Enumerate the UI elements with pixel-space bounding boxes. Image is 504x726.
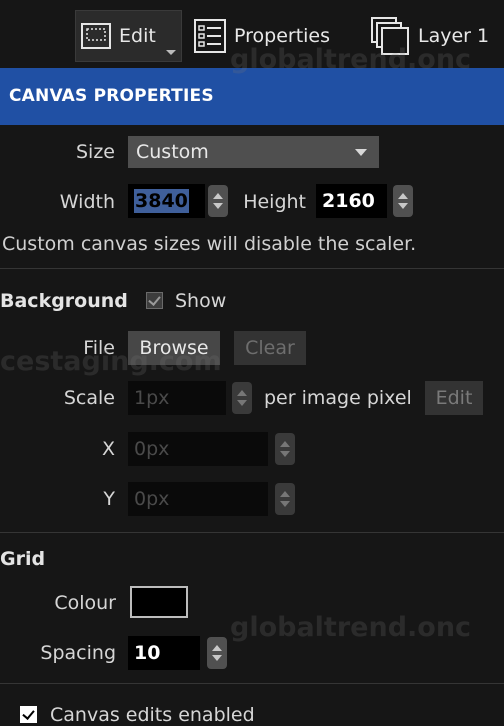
x-stepper[interactable] — [275, 433, 295, 465]
show-checkbox[interactable] — [146, 292, 163, 309]
colour-label: Colour — [54, 592, 116, 614]
scale-label: Scale — [63, 387, 115, 409]
canvas-edits-label: Canvas edits enabled — [50, 704, 255, 726]
stepper-down-icon — [280, 451, 290, 457]
layer-button[interactable]: Layer 1 — [368, 10, 504, 62]
canvas-edits-checkbox[interactable] — [20, 706, 37, 723]
toolbar: Edit Properties Layer 1 — [0, 0, 504, 68]
checkmark-icon — [148, 293, 161, 306]
stepper-down-icon — [213, 203, 223, 209]
stepper-up-icon — [398, 193, 408, 199]
stepper-down-icon — [212, 655, 222, 661]
scale-input[interactable]: 1px — [128, 381, 226, 415]
stepper-up-icon — [213, 193, 223, 199]
clear-button[interactable]: Clear — [234, 331, 306, 365]
divider — [0, 532, 504, 533]
width-label: Width — [59, 191, 115, 213]
stepper-up-icon — [237, 390, 247, 396]
grid-section-label: Grid — [0, 548, 46, 570]
panel-title: CANVAS PROPERTIES — [0, 68, 504, 125]
scale-stepper[interactable] — [232, 382, 252, 414]
height-label: Height — [243, 191, 306, 213]
chevron-down-icon[interactable] — [166, 50, 176, 55]
watermark-text: globaltrend.onc — [230, 612, 472, 643]
y-stepper[interactable] — [275, 483, 295, 515]
stepper-up-icon — [212, 645, 222, 651]
width-input[interactable]: 3840 — [128, 184, 205, 218]
stepper-up-icon — [280, 491, 290, 497]
x-input[interactable]: 0px — [128, 432, 268, 466]
size-select[interactable]: Custom — [128, 136, 379, 168]
stepper-down-icon — [237, 400, 247, 406]
edit-mode-label: Edit — [119, 25, 156, 47]
width-input-value: 3840 — [134, 189, 189, 213]
y-input[interactable]: 0px — [128, 482, 268, 516]
properties-list-icon — [194, 19, 226, 53]
stepper-down-icon — [280, 501, 290, 507]
y-label: Y — [103, 488, 115, 510]
size-select-value: Custom — [136, 141, 209, 163]
divider — [0, 268, 504, 269]
spacing-label: Spacing — [40, 642, 116, 664]
height-stepper[interactable] — [393, 185, 413, 217]
colour-swatch[interactable] — [130, 586, 188, 618]
edit-mode-button[interactable]: Edit — [75, 10, 182, 62]
x-label: X — [101, 438, 115, 460]
width-stepper[interactable] — [208, 185, 228, 217]
height-input[interactable]: 2160 — [316, 184, 387, 218]
scale-edit-button[interactable]: Edit — [425, 381, 483, 415]
checkmark-icon — [22, 707, 35, 720]
scaler-note: Custom canvas sizes will disable the sca… — [2, 233, 417, 255]
browse-button[interactable]: Browse — [128, 331, 220, 365]
size-label: Size — [75, 141, 115, 163]
show-label: Show — [175, 290, 227, 312]
scale-suffix: per image pixel — [264, 387, 412, 409]
layers-icon — [371, 17, 409, 55]
spacing-input[interactable]: 10 — [128, 636, 200, 670]
chevron-down-icon — [355, 149, 367, 156]
stepper-up-icon — [280, 441, 290, 447]
edit-canvas-icon — [81, 23, 111, 49]
background-section-label: Background — [0, 290, 128, 312]
layer-label: Layer 1 — [418, 25, 490, 47]
properties-label: Properties — [234, 25, 331, 47]
stepper-down-icon — [398, 203, 408, 209]
spacing-stepper[interactable] — [207, 637, 227, 669]
file-label: File — [83, 337, 115, 359]
properties-button[interactable]: Properties — [190, 10, 364, 62]
divider — [0, 683, 504, 684]
